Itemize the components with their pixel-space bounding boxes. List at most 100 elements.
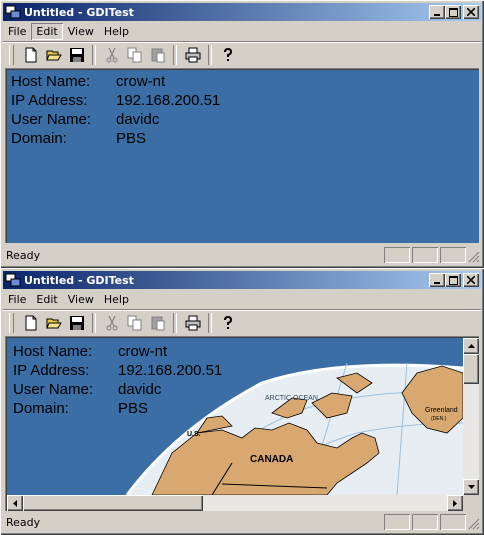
status-pane xyxy=(412,247,438,263)
scroll-left-button[interactable] xyxy=(7,495,23,511)
open-button[interactable] xyxy=(42,44,65,66)
host-name-row: Host Name: crow-nt xyxy=(13,342,222,361)
arrow-down-icon xyxy=(467,485,475,489)
cut-button[interactable] xyxy=(100,312,123,334)
new-button[interactable] xyxy=(19,312,42,334)
menu-view[interactable]: View xyxy=(63,291,99,308)
app-icon[interactable] xyxy=(5,272,21,288)
resize-grip-icon[interactable] xyxy=(468,251,480,263)
print-button[interactable] xyxy=(181,312,204,334)
help-button[interactable] xyxy=(216,44,239,66)
open-icon xyxy=(45,50,62,60)
scroll-up-button[interactable] xyxy=(463,338,479,354)
toolbar-separator xyxy=(92,44,96,65)
toolbar-grip[interactable] xyxy=(9,44,14,65)
save-icon xyxy=(69,47,84,62)
map-label-arctic: ARCTIC OCEAN xyxy=(265,395,318,402)
horizontal-scrollbar[interactable] xyxy=(7,495,463,511)
horizontal-scroll-thumb[interactable] xyxy=(23,495,203,511)
scroll-corner xyxy=(463,495,479,511)
user-name-row: User Name: davidc xyxy=(13,380,222,399)
arrow-up-icon xyxy=(467,344,475,348)
toolbar xyxy=(3,41,481,67)
domain-label: Domain: xyxy=(11,130,67,147)
user-name-row: User Name: davidc xyxy=(11,110,220,129)
help-icon xyxy=(223,315,232,329)
new-icon xyxy=(25,315,36,330)
title-bar[interactable]: Untitled - GDITest xyxy=(3,3,481,21)
client-area[interactable]: Host Name: crow-nt IP Address: 192.168.200… xyxy=(5,68,479,243)
open-button[interactable] xyxy=(42,312,65,334)
map-label-canada: CANADA xyxy=(250,454,293,465)
vertical-scroll-thumb[interactable] xyxy=(463,354,479,384)
app-icon[interactable] xyxy=(5,4,21,20)
cut-button[interactable] xyxy=(100,44,123,66)
maximize-button[interactable] xyxy=(445,273,461,287)
host-info: Host Name: crow-nt IP Address: 192.168.200… xyxy=(11,72,220,148)
host-name-value: crow-nt xyxy=(116,73,166,90)
print-button[interactable] xyxy=(181,44,204,66)
map-label-greenland: Greenland xyxy=(425,407,458,414)
toolbar-grip[interactable] xyxy=(9,312,14,333)
map-view[interactable]: ARCTIC OCEAN Greenland (DEN.) U.S. CANAD… xyxy=(7,338,463,495)
status-bar: Ready xyxy=(3,245,481,265)
save-button[interactable] xyxy=(65,44,88,66)
menu-edit[interactable]: Edit xyxy=(31,291,62,308)
status-pane xyxy=(384,514,410,530)
save-button[interactable] xyxy=(65,312,88,334)
new-button[interactable] xyxy=(19,44,42,66)
scroll-down-button[interactable] xyxy=(463,479,479,495)
menu-edit[interactable]: Edit xyxy=(31,23,62,40)
title-bar[interactable]: Untitled - GDITest xyxy=(3,271,481,289)
help-icon xyxy=(223,47,232,61)
paste-button[interactable] xyxy=(146,44,169,66)
help-button[interactable] xyxy=(216,312,239,334)
host-name-label: Host Name: xyxy=(11,73,91,90)
minimize-button[interactable] xyxy=(429,5,445,19)
close-button[interactable] xyxy=(463,273,479,287)
arrow-right-icon xyxy=(453,499,457,507)
maximize-icon xyxy=(448,275,458,285)
menu-file[interactable]: File xyxy=(3,23,31,40)
status-pane xyxy=(440,514,466,530)
toolbar-separator xyxy=(92,312,96,333)
resize-grip-icon[interactable] xyxy=(468,518,480,530)
copy-button[interactable] xyxy=(123,44,146,66)
map-label-greenland-sub: (DEN.) xyxy=(431,416,447,422)
cut-icon xyxy=(106,47,117,62)
domain-row: Domain: PBS xyxy=(11,129,220,148)
cut-icon xyxy=(106,315,117,330)
ip-address-label: IP Address: xyxy=(11,92,88,109)
menu-file[interactable]: File xyxy=(3,291,31,308)
menu-view[interactable]: View xyxy=(63,23,99,40)
menu-bar: File Edit View Help xyxy=(3,290,481,309)
status-text: Ready xyxy=(6,248,41,262)
ip-address-row: IP Address: 192.168.200.51 xyxy=(13,361,222,380)
menu-help[interactable]: Help xyxy=(99,23,134,40)
host-info: Host Name: crow-nt IP Address: 192.168.200… xyxy=(13,342,222,418)
minimize-button[interactable] xyxy=(429,273,445,287)
toolbar-separator xyxy=(173,44,177,65)
ip-address-label: IP Address: xyxy=(13,362,90,379)
paste-icon xyxy=(151,316,164,330)
maximize-button[interactable] xyxy=(445,5,461,19)
domain-row: Domain: PBS xyxy=(13,399,222,418)
ip-address-row: IP Address: 192.168.200.51 xyxy=(11,91,220,110)
vertical-scrollbar[interactable] xyxy=(463,338,479,495)
scroll-right-button[interactable] xyxy=(447,495,463,511)
user-name-label: User Name: xyxy=(11,111,92,128)
close-button[interactable] xyxy=(463,5,479,19)
main-window-2: Untitled - GDITest File Edit View Help A… xyxy=(0,268,484,535)
main-window-1: Untitled - GDITest File Edit View Help H… xyxy=(0,0,484,268)
client-area[interactable]: ARCTIC OCEAN Greenland (DEN.) U.S. CANAD… xyxy=(5,336,479,511)
copy-icon xyxy=(127,47,141,62)
status-text: Ready xyxy=(6,515,41,529)
close-icon xyxy=(467,276,475,284)
menu-help[interactable]: Help xyxy=(99,291,134,308)
status-bar: Ready xyxy=(3,512,481,532)
copy-button[interactable] xyxy=(123,312,146,334)
user-name-value: davidc xyxy=(118,381,162,398)
paste-button[interactable] xyxy=(146,312,169,334)
map-label-us: U.S. xyxy=(187,431,201,438)
status-pane xyxy=(440,247,466,263)
